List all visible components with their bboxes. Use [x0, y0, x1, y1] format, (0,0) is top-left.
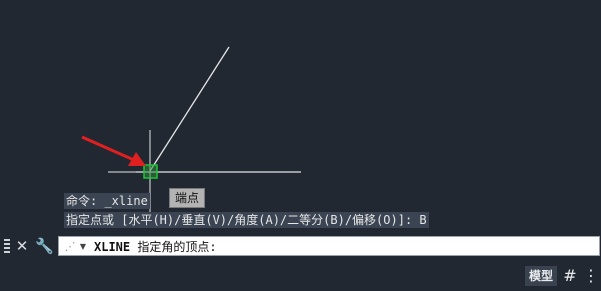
command-name: XLINE [94, 239, 131, 254]
more-icon[interactable]: ⋮ [583, 266, 599, 286]
grid-icon[interactable]: # [561, 266, 579, 286]
status-bar: 模型 # ⋮ [0, 258, 601, 291]
command-prompt: XLINE 指定角的顶点: [94, 238, 217, 255]
command-prompt-text: 指定角的顶点: [130, 239, 217, 254]
chevron-down-icon[interactable]: ▼ [78, 242, 88, 251]
drag-grip-icon[interactable] [4, 239, 10, 253]
red-arrow [81, 135, 146, 166]
close-icon[interactable]: ✕ [13, 236, 31, 256]
snap-tooltip: 端点 [169, 188, 206, 208]
command-bar: ✕ 🔧 ⋰ ▼ XLINE 指定角的顶点: [0, 234, 601, 258]
model-tab-button[interactable]: 模型 [525, 266, 558, 286]
angled-line [149, 46, 230, 172]
command-history-line-2: 指定点或 [水平(H)/垂直(V)/角度(A)/二等分(B)/偏移(O)]: B [64, 212, 429, 228]
recent-commands-icon[interactable]: ⋰ [62, 240, 78, 253]
command-input[interactable]: ⋰ ▼ XLINE 指定角的顶点: [58, 236, 600, 256]
drawing-canvas[interactable]: 端点 命令: _xline 指定点或 [水平(H)/垂直(V)/角度(A)/二等… [0, 0, 601, 258]
endpoint-snap-marker [143, 164, 158, 179]
command-history-line-1: 命令: _xline [64, 193, 150, 209]
wrench-icon[interactable]: 🔧 [35, 236, 54, 256]
